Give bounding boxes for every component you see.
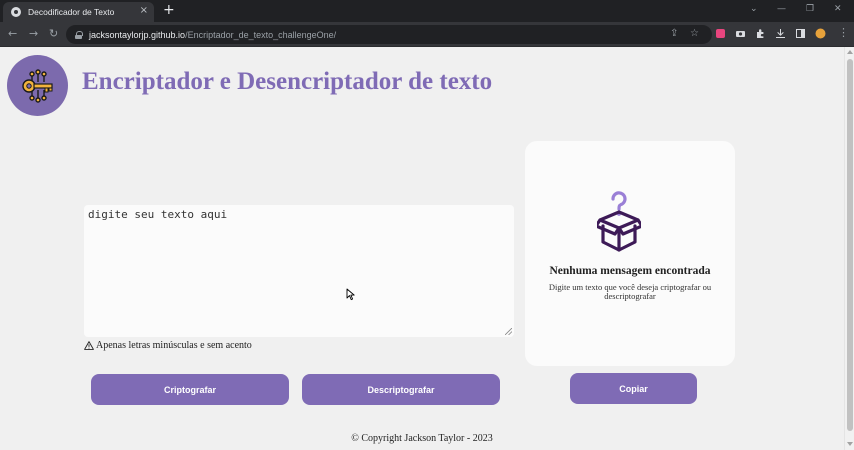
scroll-up-arrow-icon[interactable] bbox=[847, 50, 853, 54]
browser-toolbar: ← → ↻ jacksontaylorjp.github.io /Encript… bbox=[0, 22, 854, 47]
url-path: /Encriptador_de_texto_challengeOne/ bbox=[185, 29, 337, 40]
scroll-down-arrow-icon[interactable] bbox=[847, 442, 853, 446]
maximize-icon[interactable]: ❐ bbox=[806, 3, 814, 15]
tab-search-chevron-icon[interactable]: ⌄ bbox=[750, 3, 758, 15]
warning-icon bbox=[84, 341, 94, 350]
mouse-cursor-icon bbox=[346, 288, 355, 301]
extension-camera-icon[interactable] bbox=[735, 28, 746, 39]
page-title: Encriptador e Desencriptador de texto bbox=[82, 68, 493, 95]
reload-icon[interactable]: ↻ bbox=[49, 27, 58, 41]
minimize-icon[interactable]: — bbox=[777, 3, 786, 15]
browser-tab-bar: Decodificador de Texto × + ⌄ — ❐ ✕ bbox=[0, 0, 854, 22]
decrypt-button[interactable]: Descriptografar bbox=[302, 374, 500, 405]
extensions-puzzle-icon[interactable] bbox=[755, 28, 766, 39]
back-icon[interactable]: ← bbox=[8, 27, 17, 41]
encrypt-button[interactable]: Criptografar bbox=[91, 374, 289, 405]
copy-button[interactable]: Copiar bbox=[570, 373, 697, 404]
page-content: Encriptador e Desencriptador de texto di… bbox=[0, 47, 854, 450]
download-icon[interactable] bbox=[775, 28, 786, 39]
browser-tab[interactable]: Decodificador de Texto × bbox=[3, 2, 154, 22]
globe-icon bbox=[11, 7, 21, 17]
bookmark-star-icon[interactable]: ☆ bbox=[690, 27, 699, 41]
scrollbar[interactable] bbox=[844, 47, 854, 450]
forward-icon[interactable]: → bbox=[29, 27, 38, 41]
text-input[interactable]: digite seu texto aqui bbox=[84, 205, 514, 337]
output-title: Nenhuma mensagem encontrada bbox=[549, 265, 711, 277]
output-panel: Nenhuma mensagem encontrada Digite um te… bbox=[525, 141, 735, 366]
tab-close-icon[interactable]: × bbox=[140, 5, 148, 17]
question-box-icon bbox=[597, 191, 641, 252]
hint-text: Apenas letras minúsculas e sem acento bbox=[96, 340, 252, 351]
output-description: Digite um texto que você deseja criptogr… bbox=[548, 282, 712, 301]
tab-title: Decodificador de Texto bbox=[28, 7, 115, 17]
address-bar[interactable]: jacksontaylorjp.github.io /Encriptador_d… bbox=[66, 25, 712, 44]
extension-colorful-icon[interactable] bbox=[715, 28, 726, 39]
url-host: jacksontaylorjp.github.io bbox=[89, 29, 186, 40]
footer-copyright: © Copyright Jackson Taylor - 2023 bbox=[351, 433, 493, 444]
key-circuit-icon bbox=[7, 55, 68, 116]
share-icon[interactable]: ⇪ bbox=[670, 27, 678, 41]
side-panel-icon[interactable] bbox=[795, 28, 806, 39]
lock-icon bbox=[75, 30, 83, 39]
profile-avatar-icon[interactable] bbox=[815, 28, 826, 39]
more-menu-icon[interactable]: ⋮ bbox=[838, 26, 849, 40]
input-hint: Apenas letras minúsculas e sem acento bbox=[84, 340, 252, 351]
resize-handle-icon[interactable] bbox=[505, 328, 512, 335]
close-window-icon[interactable]: ✕ bbox=[834, 3, 842, 15]
scrollbar-thumb[interactable] bbox=[847, 59, 853, 431]
new-tab-icon[interactable]: + bbox=[163, 3, 175, 17]
